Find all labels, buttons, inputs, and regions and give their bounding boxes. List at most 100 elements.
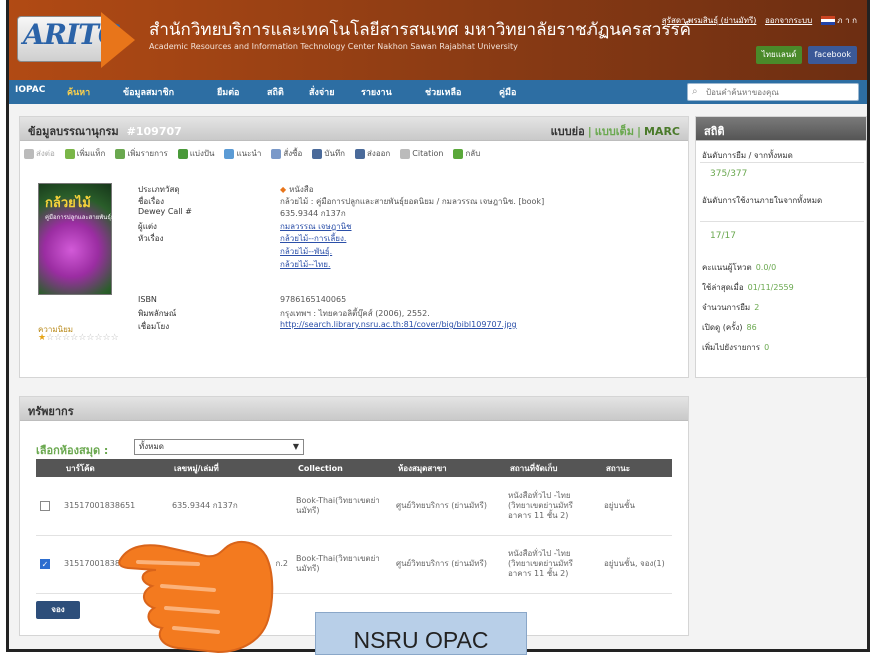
star-icon: ☆☆☆☆☆☆☆☆☆ <box>46 333 119 343</box>
nsru-opac-caption: NSRU OPAC <box>315 612 527 655</box>
cell-branch: ศูนย์วิทยบริการ (ย่านมัทรี) <box>392 477 504 536</box>
main-nav: IOPAC ค้นหา ข้อมูลสมาชิก ยืมต่อ สถิติ สั… <box>9 80 867 104</box>
pointing-hand-icon <box>118 540 274 654</box>
subject-link-3[interactable]: กล้วยไม้--ไทย. <box>280 258 331 271</box>
label-subject: หัวเรื่อง <box>138 234 164 243</box>
label-call-no: Dewey Call # <box>138 207 193 216</box>
cell-collection: Book-Thai(วิทยาเขตย่านมัทรี) <box>292 477 392 536</box>
stat-inhouse-rank-label: อันดับการใช้งานภายในจากทั้งหมด <box>702 196 823 205</box>
nav-report[interactable]: รายงาน <box>361 85 392 99</box>
cover-subtitle: คู่มือการปลูกและสายพันธุ์ยอดนิยม <box>45 214 134 221</box>
nav-order[interactable]: สั่งจ่าย <box>309 85 335 99</box>
export-icon <box>355 148 366 159</box>
stat-view-count: เปิดดู (ครั้ง) 86 <box>702 323 757 332</box>
back-button[interactable]: กลับ <box>453 147 480 160</box>
stat-vote: คะแนนผู้โหวต 0.0/0 <box>702 263 777 272</box>
cell-status: อยู่บนชั้น, จอง(1) <box>600 535 672 594</box>
cell-collection: Book-Thai(วิทยาเขตย่านมัทรี) <box>292 535 392 594</box>
search-input[interactable] <box>706 85 854 99</box>
citation-button[interactable]: Citation <box>400 148 443 159</box>
save-icon <box>312 148 323 159</box>
add-list-button[interactable]: เพิ่มรายการ <box>115 147 168 160</box>
chevron-down-icon: ▼ <box>292 442 299 451</box>
facebook-button[interactable]: facebook <box>808 46 857 64</box>
value-imprint: กรุงเทพฯ : ไทยควอลิตี้บุ๊คส์ (2006), 255… <box>280 309 430 318</box>
stat-borrow-rank-value: 375/377 <box>710 169 748 179</box>
order-button[interactable]: สั่งซื้อ <box>271 147 302 160</box>
table-header-row: บาร์โค้ด เลขหมู่/เล่มที่ Collection ห้อง… <box>36 459 672 477</box>
nav-iopac[interactable]: IOPAC <box>15 85 45 95</box>
tag-icon <box>64 148 75 159</box>
share-icon <box>177 148 188 159</box>
nav-help[interactable]: ช่วยเหลือ <box>425 85 461 99</box>
logout-link[interactable]: ออกจากระบบ <box>765 16 812 25</box>
view-brief-link[interactable]: แบบย่อ <box>551 125 585 138</box>
thai-flag-icon[interactable] <box>820 16 835 25</box>
forward-icon <box>24 148 34 159</box>
nav-manual[interactable]: คู่มือ <box>499 85 516 99</box>
label-link: เชื่อมโยง <box>138 322 170 331</box>
org-name-th: สำนักวิทยบริการและเทคโนโลยีสารสนเทศ มหาว… <box>149 20 691 40</box>
stat-inhouse-rank-value: 17/17 <box>710 231 736 241</box>
social-links: ไทยแลนด์ facebook <box>755 46 857 64</box>
record-title: ข้อมูลบรรณานุกรม #109707 <box>28 125 182 138</box>
search-box[interactable]: ⌕ <box>687 83 859 101</box>
search-icon: ⌕ <box>692 86 698 97</box>
nav-search[interactable]: ค้นหา <box>67 85 90 99</box>
citation-icon <box>400 148 411 159</box>
thai-social-button[interactable]: ไทยแลนด์ <box>755 46 803 64</box>
user-name[interactable]: สุรัสดา พรมสินธุ์ (ย่านมัทรี) <box>662 16 757 25</box>
stats-title: สถิติ <box>704 125 725 138</box>
subject-link-1[interactable]: กล้วยไม้--การเลี้ยง. <box>280 232 346 245</box>
rating-stars[interactable]: ★☆☆☆☆☆☆☆☆☆ <box>38 333 119 343</box>
stat-borrow-count: จำนวนการยืม 2 <box>702 303 760 312</box>
label-imprint: พิมพลักษณ์ <box>138 309 177 318</box>
row-checkbox[interactable] <box>40 500 50 511</box>
col-call-no[interactable]: เลขหมู่/เล่มที่ <box>168 459 292 477</box>
book-icon: ◆ <box>280 185 287 194</box>
stats-panel: สถิติ อันดับการยืม / จากทั้งหมด 375/377 … <box>695 116 867 378</box>
view-full-link[interactable]: แบบเต็ม <box>595 125 634 138</box>
row-checkbox-checked[interactable]: ✓ <box>40 558 50 569</box>
col-collection[interactable]: Collection <box>292 459 392 477</box>
stat-added-to-list: เพิ่มไปยังรายการ 0 <box>702 343 770 352</box>
record-panel: ข้อมูลบรรณานุกรม #109707 แบบย่อ | แบบเต็ม | M… <box>19 116 689 378</box>
col-status[interactable]: สถานะ <box>600 459 672 477</box>
nav-member-info[interactable]: ข้อมูลสมาชิก <box>123 85 174 99</box>
stat-last-used: ใช้ล่าสุดเมื่อ 01/11/2559 <box>702 283 794 292</box>
nav-renew[interactable]: ยืมต่อ <box>217 85 239 99</box>
cell-location: หนังสือทั่วไป -ไทย (วิทยาเขตย่านมัทรี อา… <box>504 535 600 594</box>
back-arrow-icon <box>453 148 464 159</box>
reserve-button[interactable]: จอง <box>36 601 80 619</box>
view-marc-link[interactable]: MARC <box>644 125 680 138</box>
col-location[interactable]: สถานที่จัดเก็บ <box>504 459 600 477</box>
branch-select-label: เลือกห้องสมุด : <box>36 444 109 457</box>
cell-location: หนังสือทั่วไป -ไทย (วิทยาเขตย่านมัทรี อา… <box>504 477 600 536</box>
nav-stats[interactable]: สถิติ <box>267 85 284 99</box>
book-cover-image[interactable]: กล้วยไม้ คู่มือการปลูกและสายพันธุ์ยอดนิย… <box>38 183 134 295</box>
record-toolbar: ส่งต่อ เพิ่มแท็ก เพิ่มรายการ แบ่งปัน แนะ… <box>24 147 480 160</box>
cell-branch: ศูนย์วิทยบริการ (ย่านมัทรี) <box>392 535 504 594</box>
save-button[interactable]: บันทึก <box>312 147 345 160</box>
subject-link-2[interactable]: กล้วยไม้--พันธุ์. <box>280 245 332 258</box>
bib-id: #109707 <box>126 125 182 138</box>
aritc-logo[interactable]: ARITC <box>17 10 139 68</box>
branch-select[interactable]: ทั้งหมด ▼ <box>134 439 304 455</box>
col-barcode[interactable]: บาร์โค้ด <box>60 459 168 477</box>
forward-button[interactable]: ส่งต่อ <box>24 147 55 160</box>
language-switch[interactable]: ภ า ก <box>837 16 857 25</box>
add-tag-button[interactable]: เพิ่มแท็ก <box>64 147 105 160</box>
col-branch[interactable]: ห้องสมุดสาขา <box>392 459 504 477</box>
share-button[interactable]: แบ่งปัน <box>177 147 214 160</box>
star-icon: ★ <box>38 333 47 343</box>
list-icon <box>115 148 126 159</box>
value-isbn: 9786165140065 <box>280 295 347 304</box>
logo-arrow-icon <box>101 12 135 68</box>
recommend-button[interactable]: แนะนำ <box>224 147 261 160</box>
value-call-no: 635.9344 ก137ก <box>280 209 346 218</box>
export-button[interactable]: ส่งออก <box>355 147 390 160</box>
stat-borrow-rank-label: อันดับการยืม / จากทั้งหมด <box>702 151 793 160</box>
cover-title: กล้วยไม้ <box>45 196 91 211</box>
cover-url-link[interactable]: http://search.library.nsru.ac.th:81/cove… <box>280 320 517 329</box>
resources-title: ทรัพยากร <box>28 405 74 418</box>
